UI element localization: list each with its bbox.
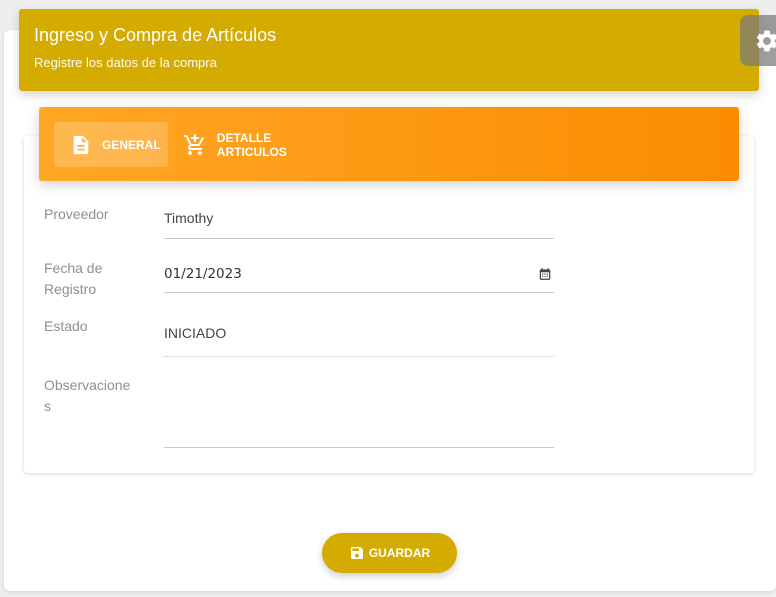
fecha-label: Fecha de Registro	[44, 258, 102, 300]
fecha-registro-input[interactable]: 01/21/2023	[164, 265, 554, 293]
observaciones-label-line1: Observacione	[44, 377, 131, 393]
gear-icon	[756, 30, 776, 51]
observaciones-textarea[interactable]	[164, 372, 554, 448]
calendar-icon[interactable]	[538, 267, 552, 281]
tab-general-label: GENERAL	[102, 137, 161, 152]
save-button[interactable]: GUARDAR	[322, 533, 457, 573]
observaciones-label-line2: s	[44, 398, 51, 414]
tab-detalle-articulos[interactable]: DETALLE ARTICULOS	[183, 122, 343, 167]
estado-value: INICIADO	[164, 325, 227, 341]
cart-add-icon	[183, 133, 204, 155]
page-subtitle: Registre los datos de la compra	[34, 55, 217, 70]
proveedor-label: Proveedor	[44, 206, 109, 222]
estado-label: Estado	[44, 318, 88, 334]
document-icon	[73, 135, 89, 154]
fecha-label-line2: Registro	[44, 281, 97, 297]
floppy-disk-icon	[350, 547, 363, 559]
fecha-label-line1: Fecha de	[44, 260, 103, 276]
page-header: Ingreso y Compra de Artículos Registre l…	[19, 9, 759, 91]
estado-field: INICIADO	[164, 325, 554, 357]
tab-detalle-label: DETALLE ARTICULOS	[216, 130, 287, 159]
proveedor-value: Timothy	[164, 210, 214, 226]
tab-general[interactable]: GENERAL	[54, 122, 168, 167]
fecha-value: 01/21/2023	[164, 266, 242, 282]
save-button-label: GUARDAR	[368, 546, 431, 560]
tabs-bar: GENERAL DETALLE ARTICULOS	[39, 107, 739, 181]
page-title: Ingreso y Compra de Artículos	[34, 25, 277, 45]
proveedor-field[interactable]: Timothy	[164, 210, 554, 239]
observaciones-label: Observacione s	[44, 375, 130, 417]
settings-button[interactable]	[740, 15, 776, 66]
